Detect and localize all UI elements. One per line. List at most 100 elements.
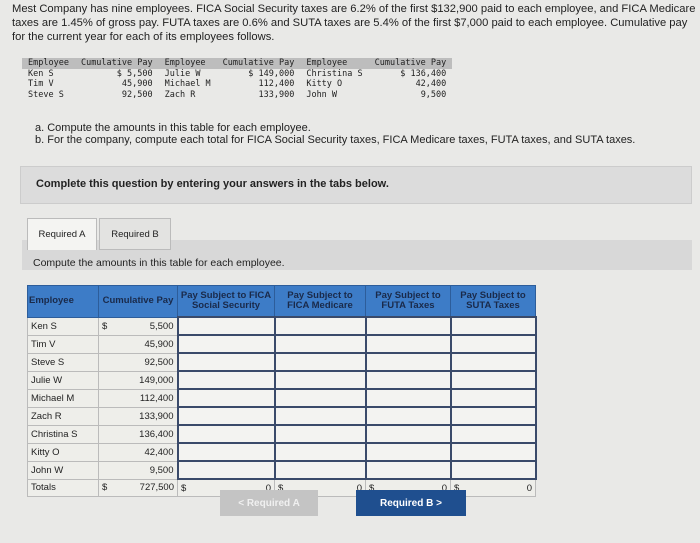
futa-input[interactable] <box>364 316 452 336</box>
given-row: Tim V 45,900 Michael M 112,400 Kitty O 42,400 <box>22 79 452 90</box>
value: 42,400 <box>144 446 174 458</box>
col-cumulative: Cumulative Pay <box>98 285 178 318</box>
employee-name: Kitty O <box>27 442 99 462</box>
tab-required-a[interactable]: Required A <box>27 218 97 250</box>
task-a: a. Compute the amounts in this table for… <box>35 122 311 134</box>
suta-input[interactable] <box>449 388 537 408</box>
header: Cumulative Pay <box>216 58 301 69</box>
instruction: Complete this question by entering your … <box>36 178 389 190</box>
cumulative-pay: $5,500 <box>98 316 178 336</box>
cumulative-pay: 133,900 <box>98 406 178 426</box>
suta-input[interactable] <box>449 334 537 354</box>
given-cell: Ken S <box>28 68 54 79</box>
problem-intro: Mest Company has nine employees. FICA So… <box>12 3 696 43</box>
given-cell: 112,400 <box>258 79 295 89</box>
col-futa: Pay Subject to FUTA Taxes <box>365 285 451 318</box>
value: 9,500 <box>149 464 174 476</box>
given-cell: 45,900 <box>121 79 153 89</box>
task-b: b. For the company, compute each total f… <box>35 134 636 146</box>
fica-ss-input[interactable] <box>176 424 276 444</box>
col-employee: Employee <box>27 285 99 318</box>
fica-medicare-input[interactable] <box>273 442 367 462</box>
cumulative-pay: 45,900 <box>98 334 178 354</box>
given-cell: 133,900 <box>258 89 295 100</box>
cumulative-pay: 112,400 <box>98 388 178 408</box>
suta-input[interactable] <box>449 442 537 462</box>
futa-input[interactable] <box>364 334 452 354</box>
futa-input[interactable] <box>364 352 452 372</box>
fica-ss-input[interactable] <box>176 442 276 462</box>
suta-input[interactable] <box>449 460 537 480</box>
fica-ss-input[interactable] <box>176 352 276 372</box>
fica-medicare-input[interactable] <box>273 316 367 336</box>
futa-input[interactable] <box>364 424 452 444</box>
fica-ss-input[interactable] <box>176 460 276 480</box>
given-cell: 92,500 <box>121 89 153 100</box>
fica-ss-input[interactable] <box>176 388 276 408</box>
given-cell: $ 149,000 <box>248 68 295 79</box>
cumulative-pay: 42,400 <box>98 442 178 462</box>
suta-input[interactable] <box>449 406 537 426</box>
task-list: a. Compute the amounts in this table for… <box>35 122 635 146</box>
employee-name: Ken S <box>27 316 99 336</box>
col-suta: Pay Subject to SUTA Taxes <box>450 285 536 318</box>
col-fica-ss: Pay Subject to FICA Social Security <box>177 285 275 318</box>
fica-medicare-input[interactable] <box>273 334 367 354</box>
given-row: Ken S $ 5,500 Julie W $ 149,000 Christina S $… <box>22 69 452 80</box>
value: 112,400 <box>139 392 174 404</box>
table-row: Tim V 45,900 <box>27 334 537 354</box>
fica-medicare-input[interactable] <box>273 406 367 426</box>
table-row: Zach R 133,900 <box>27 406 537 426</box>
tab-required-b[interactable]: Required B <box>99 218 171 250</box>
employee-name: Julie W <box>27 370 99 390</box>
futa-input[interactable] <box>364 460 452 480</box>
fica-medicare-input[interactable] <box>273 424 367 444</box>
given-cell: Julie W <box>164 68 201 79</box>
header: Cumulative Pay <box>74 58 159 69</box>
fica-ss-input[interactable] <box>176 370 276 390</box>
prev-required-a-button[interactable]: < Required A <box>220 490 318 516</box>
employee-name: Zach R <box>27 406 99 426</box>
futa-input[interactable] <box>364 370 452 390</box>
given-row: Steve S 92,500 Zach R 133,900 John W 9,500 <box>22 90 452 101</box>
totals-label: Totals <box>27 478 99 497</box>
fica-medicare-input[interactable] <box>273 460 367 480</box>
cumulative-pay: 9,500 <box>98 460 178 480</box>
given-cell: John W <box>306 89 338 100</box>
value: 136,400 <box>139 428 174 440</box>
next-required-b-button[interactable]: Required B > <box>356 490 466 516</box>
given-cell: Michael M <box>164 79 211 89</box>
value: 727,500 <box>139 482 174 494</box>
given-cell: $ 5,500 <box>116 68 153 79</box>
futa-input[interactable] <box>364 406 452 426</box>
given-cell: Kitty O <box>306 79 343 89</box>
total-cumulative: $727,500 <box>98 478 178 497</box>
table-row: Kitty O 42,400 <box>27 442 537 462</box>
value: 0 <box>526 482 532 494</box>
fica-medicare-input[interactable] <box>273 388 367 408</box>
futa-input[interactable] <box>364 388 452 408</box>
cumulative-pay: 136,400 <box>98 424 178 444</box>
fica-medicare-input[interactable] <box>273 370 367 390</box>
suta-input[interactable] <box>449 352 537 372</box>
value: 5,500 <box>149 320 174 332</box>
table-row: Julie W 149,000 <box>27 370 537 390</box>
suta-input[interactable] <box>449 370 537 390</box>
fica-ss-input[interactable] <box>176 334 276 354</box>
employee-name: Michael M <box>27 388 99 408</box>
fica-ss-input[interactable] <box>176 406 276 426</box>
cumulative-pay: 92,500 <box>98 352 178 372</box>
given-cell: Zach R <box>164 89 196 100</box>
given-cell: Tim V <box>28 79 54 89</box>
given-cell: 42,400 <box>415 79 447 89</box>
suta-input[interactable] <box>449 424 537 444</box>
fica-ss-input[interactable] <box>176 316 276 336</box>
header: Employee <box>300 58 369 69</box>
suta-input[interactable] <box>449 316 537 336</box>
cumulative-pay: 149,000 <box>98 370 178 390</box>
employee-name: Steve S <box>27 352 99 372</box>
fica-medicare-input[interactable] <box>273 352 367 372</box>
col-medicare: Pay Subject to FICA Medicare <box>274 285 366 318</box>
header: Employee <box>22 58 75 69</box>
futa-input[interactable] <box>364 442 452 462</box>
